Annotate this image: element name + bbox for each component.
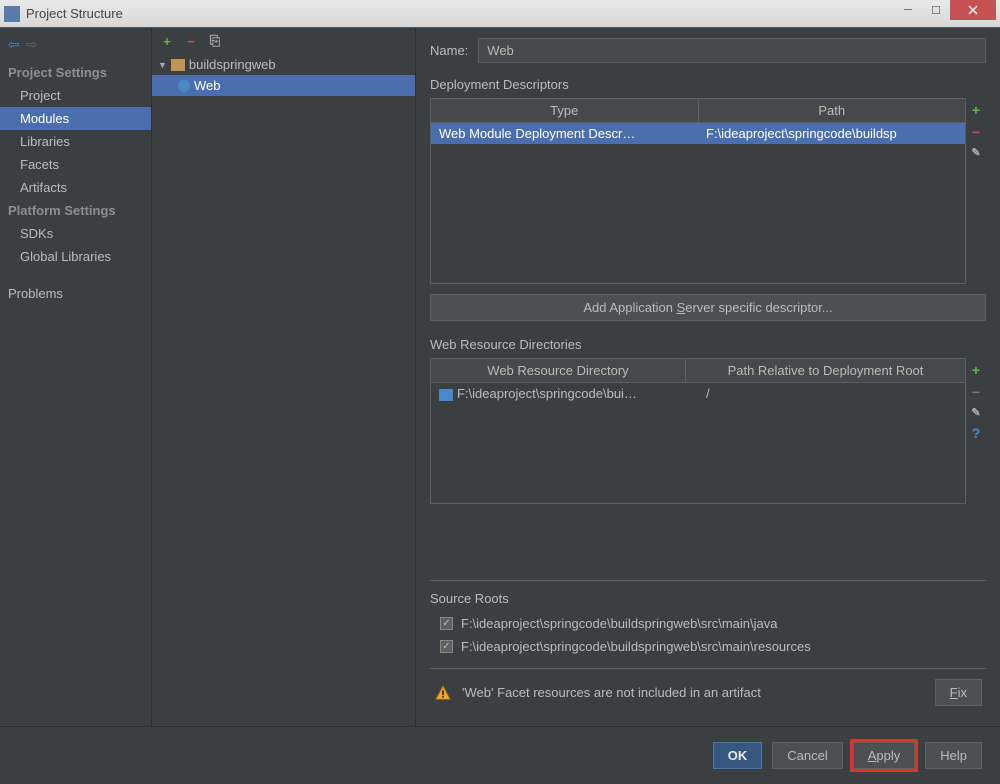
help-button[interactable]: Help: [925, 742, 982, 769]
remove-descriptor-icon[interactable]: −: [972, 124, 980, 140]
content-panel: Name: Deployment Descriptors Type Path W…: [416, 28, 1000, 726]
maximize-button[interactable]: ☐: [922, 0, 950, 20]
app-icon: [4, 6, 20, 22]
checkbox-icon[interactable]: ✓: [440, 617, 453, 630]
col-rel-path[interactable]: Path Relative to Deployment Root: [686, 359, 965, 382]
add-icon[interactable]: +: [160, 34, 174, 48]
name-input[interactable]: [478, 38, 986, 63]
webres-table[interactable]: Web Resource Directory Path Relative to …: [430, 358, 966, 504]
deploy-row[interactable]: Web Module Deployment Descr… F:\ideaproj…: [431, 123, 965, 144]
webres-tbody: F:\ideaproject\springcode\bui… /: [431, 383, 965, 503]
source-root-path: F:\ideaproject\springcode\buildspringweb…: [461, 616, 778, 631]
col-path[interactable]: Path: [699, 99, 966, 122]
webres-row[interactable]: F:\ideaproject\springcode\bui… /: [431, 383, 965, 404]
sidebar-item-libraries[interactable]: Libraries: [0, 130, 151, 153]
tree-root-label: buildspringweb: [189, 57, 276, 72]
cancel-button[interactable]: Cancel: [772, 742, 842, 769]
source-root-item[interactable]: ✓ F:\ideaproject\springcode\buildspringw…: [430, 612, 986, 635]
webres-cell-dir: F:\ideaproject\springcode\bui…: [431, 383, 698, 404]
copy-icon[interactable]: ⎘: [208, 34, 222, 48]
source-roots-section: Source Roots ✓ F:\ideaproject\springcode…: [430, 580, 986, 658]
add-server-descriptor-button[interactable]: Add Application Server specific descript…: [430, 294, 986, 321]
sidebar-item-artifacts[interactable]: Artifacts: [0, 176, 151, 199]
tree-toolbar: + − ⎘: [152, 28, 415, 54]
expand-icon[interactable]: ▼: [158, 60, 167, 70]
module-tree-panel: + − ⎘ ▼ buildspringweb Web: [152, 28, 416, 726]
minimize-button[interactable]: ─: [894, 0, 922, 20]
checkbox-icon[interactable]: ✓: [440, 640, 453, 653]
web-facet-icon: [178, 80, 190, 92]
apply-button[interactable]: Apply: [853, 742, 916, 769]
window-title: Project Structure: [26, 6, 894, 21]
folder-icon: [439, 389, 453, 401]
main-area: ⇦ ⇨ Project Settings Project Modules Lib…: [0, 28, 1000, 726]
webres-table-wrap: Web Resource Directory Path Relative to …: [430, 358, 986, 504]
deploy-tbody: Web Module Deployment Descr… F:\ideaproj…: [431, 123, 965, 283]
remove-webres-icon[interactable]: −: [972, 384, 980, 400]
section-header-platform: Platform Settings: [0, 199, 151, 222]
back-arrow-icon[interactable]: ⇦: [8, 36, 20, 53]
module-icon: [171, 59, 185, 71]
warning-icon: [434, 684, 452, 702]
deploy-table-wrap: Type Path Web Module Deployment Descr… F…: [430, 98, 986, 284]
tree-node-root[interactable]: ▼ buildspringweb: [152, 54, 415, 75]
warning-text: 'Web' Facet resources are not included i…: [462, 685, 761, 700]
webres-thead: Web Resource Directory Path Relative to …: [431, 359, 965, 383]
add-descriptor-icon[interactable]: +: [972, 102, 980, 118]
webres-cell-rel: /: [698, 383, 965, 404]
window-controls: ─ ☐: [894, 0, 996, 27]
spacer: [0, 268, 151, 282]
tree-child-label: Web: [194, 78, 221, 93]
bottom-bar: OK Cancel Apply Help: [0, 726, 1000, 784]
forward-arrow-icon[interactable]: ⇨: [26, 36, 38, 53]
sidebar-item-modules[interactable]: Modules: [0, 107, 151, 130]
fix-button[interactable]: Fix: [935, 679, 982, 706]
sidebar-item-facets[interactable]: Facets: [0, 153, 151, 176]
add-webres-icon[interactable]: +: [972, 362, 980, 378]
source-root-item[interactable]: ✓ F:\ideaproject\springcode\buildspringw…: [430, 635, 986, 658]
sidebar-item-global-libraries[interactable]: Global Libraries: [0, 245, 151, 268]
deploy-cell-type: Web Module Deployment Descr…: [431, 123, 698, 144]
source-roots-header: Source Roots: [430, 591, 986, 606]
titlebar: Project Structure ─ ☐: [0, 0, 1000, 28]
sidebar-item-sdks[interactable]: SDKs: [0, 222, 151, 245]
webres-row-tools: + − ✎ ?: [966, 358, 986, 504]
col-type[interactable]: Type: [431, 99, 699, 122]
section-header-project: Project Settings: [0, 61, 151, 84]
sidebar-item-project[interactable]: Project: [0, 84, 151, 107]
deploy-table[interactable]: Type Path Web Module Deployment Descr… F…: [430, 98, 966, 284]
name-label: Name:: [430, 43, 468, 58]
settings-sidebar: ⇦ ⇨ Project Settings Project Modules Lib…: [0, 28, 152, 726]
edit-webres-icon[interactable]: ✎: [971, 406, 980, 419]
sidebar-item-problems[interactable]: Problems: [0, 282, 151, 305]
source-root-path: F:\ideaproject\springcode\buildspringweb…: [461, 639, 811, 654]
deploy-descriptors-header: Deployment Descriptors: [430, 77, 986, 92]
warning-row: 'Web' Facet resources are not included i…: [430, 668, 986, 716]
webres-header: Web Resource Directories: [430, 337, 986, 352]
deploy-row-tools: + − ✎: [966, 98, 986, 284]
help-webres-icon[interactable]: ?: [972, 425, 981, 441]
col-webres-dir[interactable]: Web Resource Directory: [431, 359, 686, 382]
tree-node-web[interactable]: Web: [152, 75, 415, 96]
nav-arrows: ⇦ ⇨: [0, 34, 151, 61]
remove-icon[interactable]: −: [184, 34, 198, 48]
edit-descriptor-icon[interactable]: ✎: [971, 146, 980, 159]
deploy-thead: Type Path: [431, 99, 965, 123]
deploy-cell-path: F:\ideaproject\springcode\buildsp: [698, 123, 965, 144]
ok-button[interactable]: OK: [713, 742, 763, 769]
name-row: Name:: [430, 38, 986, 63]
close-button[interactable]: [950, 0, 996, 20]
